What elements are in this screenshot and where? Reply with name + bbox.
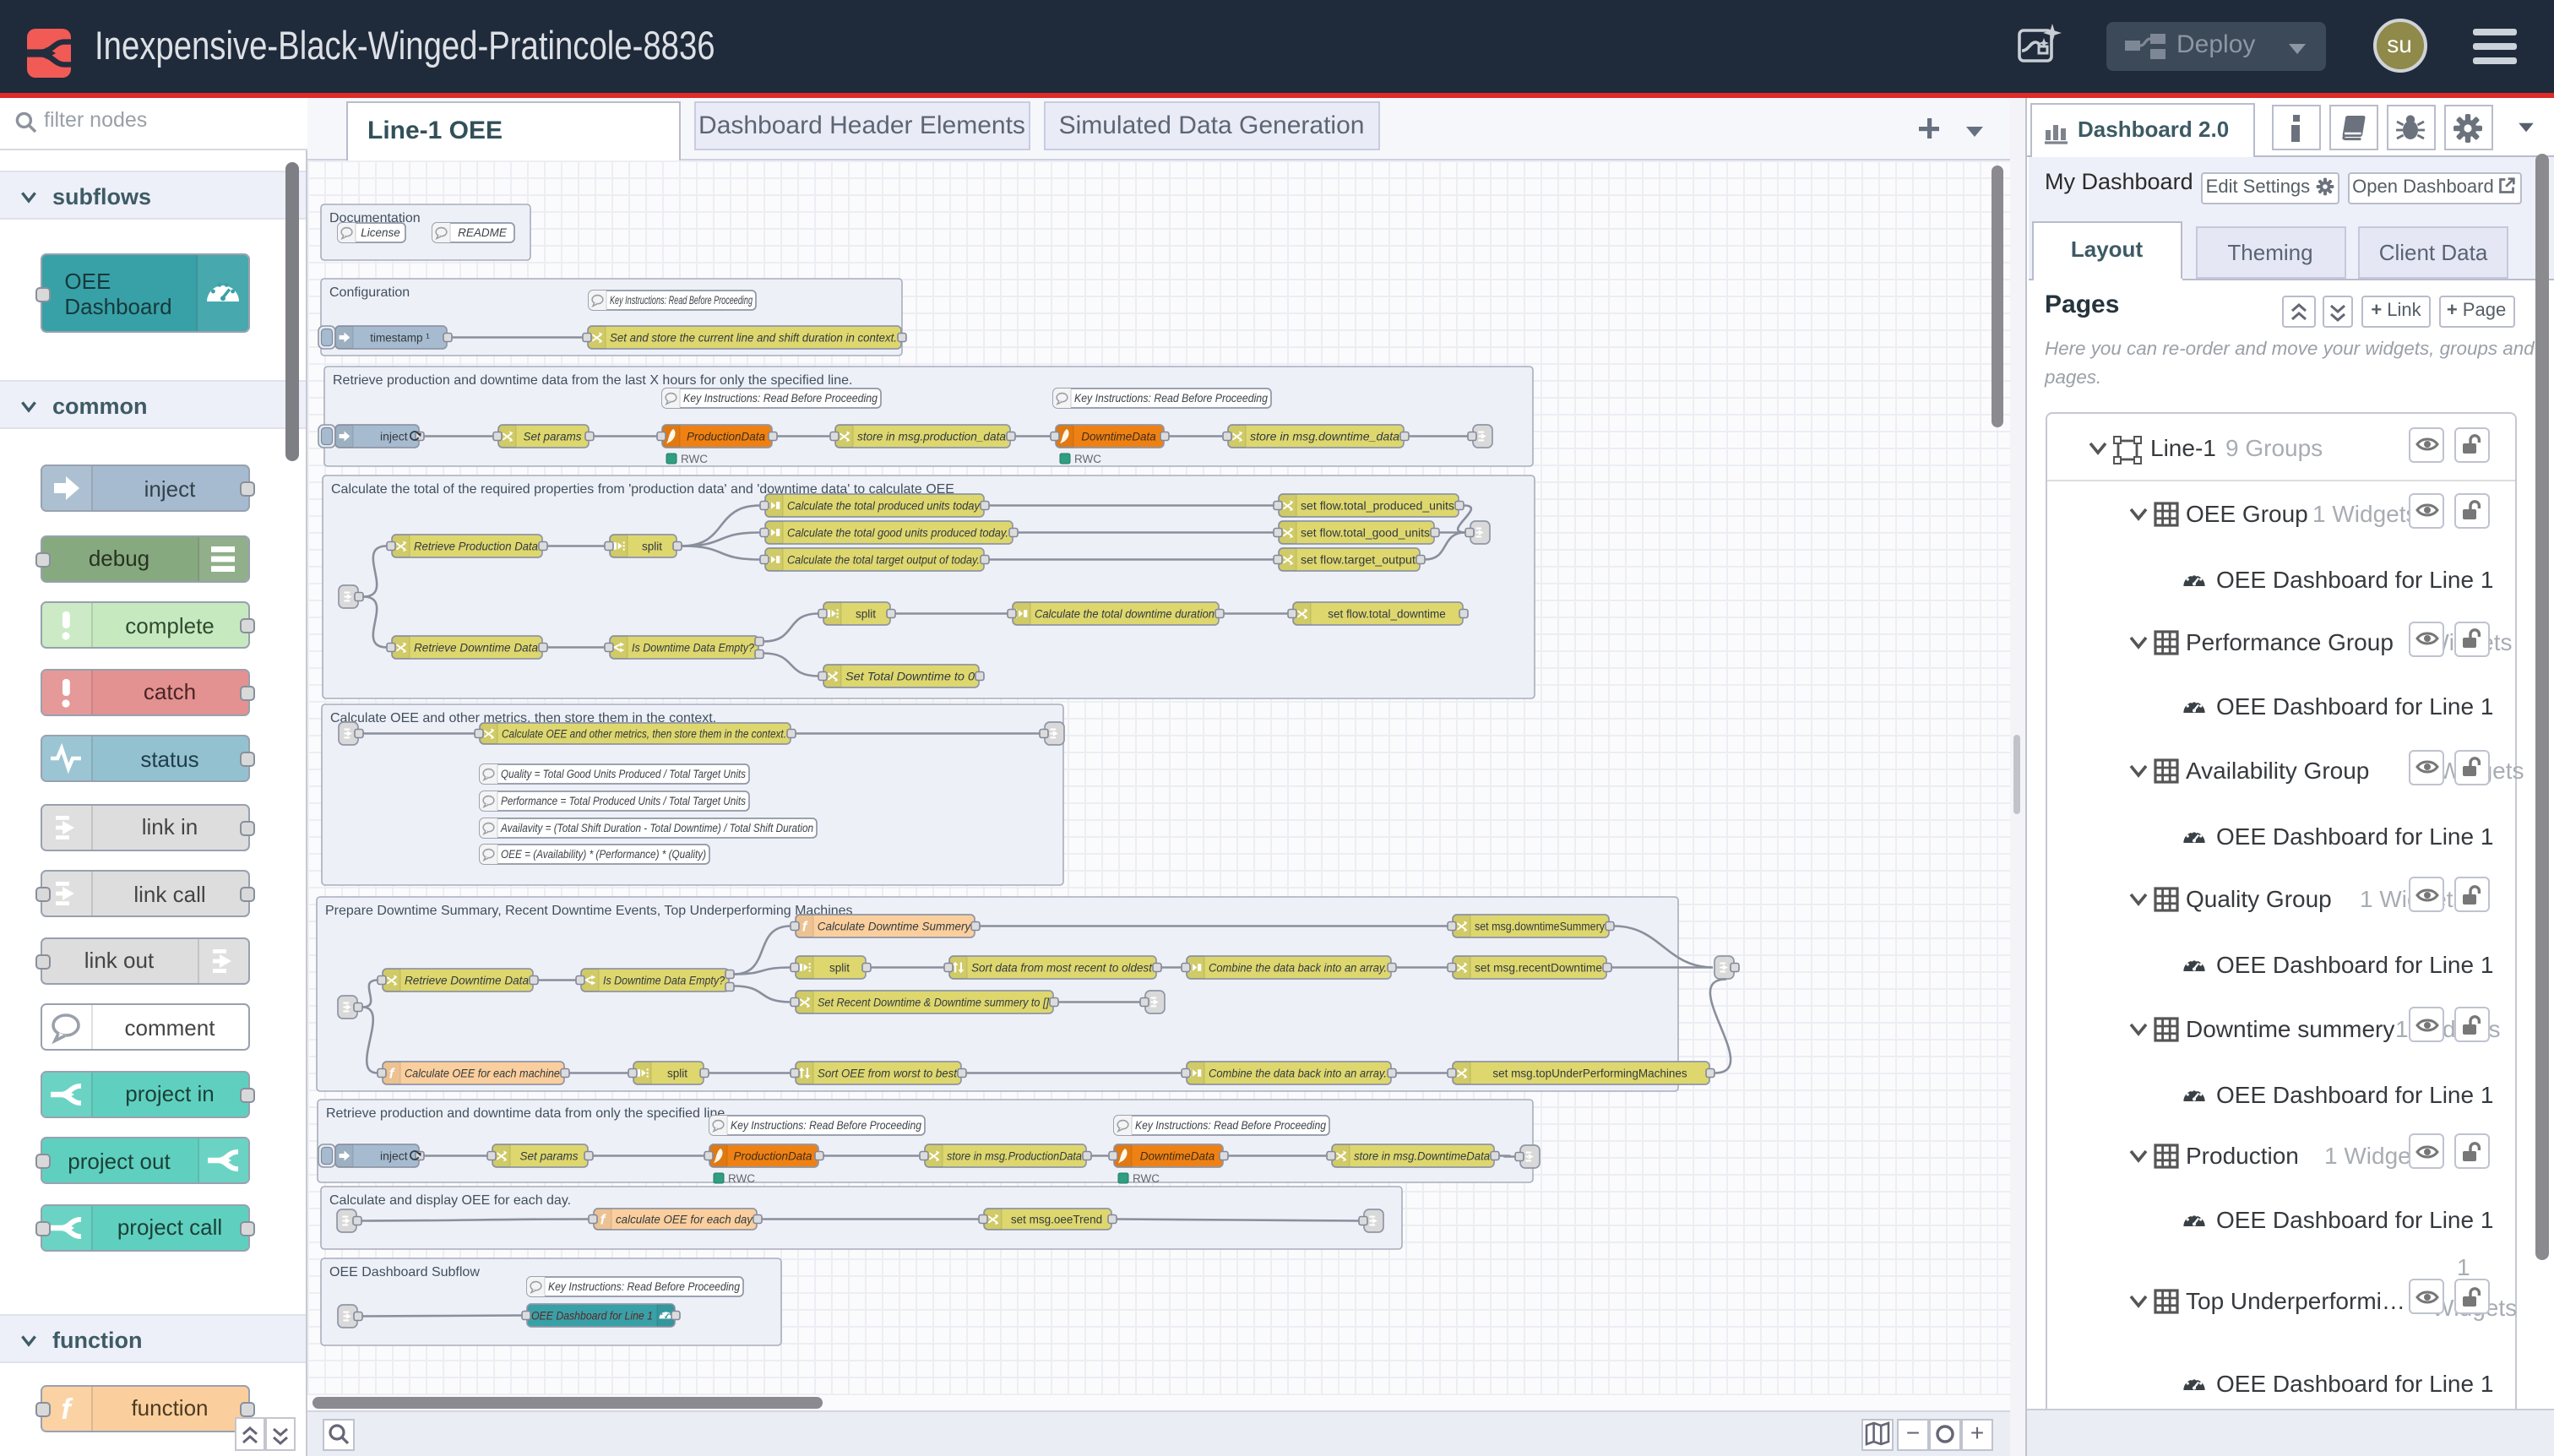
svg-text:Performance = Total Produced U: Performance = Total Produced Units / Tot… [501,795,746,807]
svg-text:store in msg.downtime_data: store in msg.downtime_data [1250,431,1400,443]
svg-text:split: split [667,1068,687,1080]
svg-text:Sort data from most recent to: Sort data from most recent to oldest [971,962,1153,975]
svg-text:Key Instructions: Read Before: Key Instructions: Read Before Proceeding [683,392,878,405]
svg-text:calculate OEE for each day: calculate OEE for each day [616,1214,753,1226]
svg-text:Calculate and display OEE for: Calculate and display OEE for each day. [329,1193,571,1208]
svg-text:README: README [458,226,508,239]
svg-text:Calculate OEE for each machine: Calculate OEE for each machine [405,1068,560,1080]
svg-text:Configuration: Configuration [329,285,410,300]
svg-text:set msg.downtimeSummery: set msg.downtimeSummery [1475,921,1605,933]
svg-text:Set params: Set params [519,1150,578,1163]
svg-text:OEE Dashboard Subflow: OEE Dashboard Subflow [329,1265,480,1279]
svg-text:Set and store the current line: Set and store the current line and shift… [610,332,897,345]
svg-text:RWC: RWC [1133,1172,1160,1185]
svg-text:RWC: RWC [1074,453,1101,465]
svg-text:split: split [829,962,850,975]
svg-text:ProductionData: ProductionData [733,1150,812,1163]
svg-text:inject: inject [380,430,408,443]
svg-text:DowntimeData: DowntimeData [1081,431,1156,443]
svg-text:Retrieve production and downti: Retrieve production and downtime data fr… [326,1106,729,1121]
svg-text:store in msg.ProductionData: store in msg.ProductionData [947,1150,1082,1163]
svg-text:set flow.total_good_units: set flow.total_good_units [1301,527,1430,540]
svg-text:Retrieve production and downti: Retrieve production and downtime data fr… [333,373,852,388]
svg-text:Set Recent Downtime & Downtime: Set Recent Downtime & Downtime summery t… [818,997,1050,1009]
svg-text:Calculate the total downtime d: Calculate the total downtime duration [1035,608,1215,621]
svg-text:Key Instructions: Read Before: Key Instructions: Read Before Proceeding [610,294,753,307]
svg-text:timestamp ¹: timestamp ¹ [370,332,430,345]
svg-text:OEE = (Availability) * (Perfor: OEE = (Availability) * (Performance) * (… [501,848,706,861]
svg-text:Key Instructions: Read Before: Key Instructions: Read Before Proceeding [1074,392,1268,405]
svg-text:Set params: Set params [523,431,581,443]
svg-text:DowntimeData: DowntimeData [1140,1150,1215,1163]
svg-text:set flow.total_produced_units: set flow.total_produced_units [1301,500,1454,513]
svg-text:Calculate the total good units: Calculate the total good units produced … [787,527,1008,540]
svg-text:set msg.oeeTrend: set msg.oeeTrend [1011,1214,1102,1226]
svg-text:set flow.total_downtime: set flow.total_downtime [1328,608,1446,621]
svg-text:Key Instructions: Read Before: Key Instructions: Read Before Proceeding [731,1119,921,1132]
svg-text:Prepare Downtime Summary, Rece: Prepare Downtime Summary, Recent Downtim… [325,904,853,918]
svg-text:Retrieve Downtime Data: Retrieve Downtime Data [405,975,529,987]
svg-text:Key Instructions: Read Before: Key Instructions: Read Before Proceeding [548,1280,740,1293]
svg-text:Combine the data back into an: Combine the data back into an array. [1209,1068,1387,1080]
svg-text:Key Instructions: Read Before: Key Instructions: Read Before Proceeding [1135,1119,1326,1132]
svg-text:License: License [361,226,400,239]
svg-text:Calculate the total produced u: Calculate the total produced units today [787,500,981,513]
svg-text:OEE Dashboard for Line 1: OEE Dashboard for Line 1 [531,1310,653,1323]
svg-text:Calculate Downtime Summery: Calculate Downtime Summery [818,921,972,933]
svg-text:Retrieve Downtime Data: Retrieve Downtime Data [414,642,538,655]
svg-text:inject: inject [380,1149,408,1163]
svg-text:RWC: RWC [681,453,708,465]
svg-text:set msg.topUnderPerformingMach: set msg.topUnderPerformingMachines [1492,1068,1687,1080]
svg-text:store in msg.production_data: store in msg.production_data [857,431,1006,443]
svg-text:Calculate OEE and other metric: Calculate OEE and other metrics, then st… [502,728,786,741]
svg-text:Is Downtime Data Empty?: Is Downtime Data Empty? [632,642,754,655]
svg-text:set flow.target_output: set flow.target_output [1301,554,1416,567]
svg-text:Availavity = (Total Shift Dura: Availavity = (Total Shift Duration - Tot… [500,822,813,834]
svg-text:store in msg.DowntimeData: store in msg.DowntimeData [1354,1150,1490,1163]
svg-text:Set Total Downtime to 0: Set Total Downtime to 0 [845,671,975,683]
svg-text:Calculate the total target out: Calculate the total target output of tod… [787,554,980,567]
svg-text:split: split [642,541,662,553]
svg-text:Is Downtime Data Empty?: Is Downtime Data Empty? [603,975,725,987]
svg-text:Sort OEE from worst to best: Sort OEE from worst to best [818,1068,958,1080]
svg-text:Quality = Total Good Units Pro: Quality = Total Good Units Produced / To… [501,768,746,780]
svg-text:Combine the data back into an: Combine the data back into an array. [1209,962,1387,975]
svg-text:set msg.recentDowntime: set msg.recentDowntime [1475,962,1602,975]
svg-text:split: split [856,608,876,621]
svg-text:RWC: RWC [728,1172,755,1185]
svg-text:ProductionData: ProductionData [687,431,766,443]
svg-text:Retrieve Production Data: Retrieve Production Data [414,541,538,553]
